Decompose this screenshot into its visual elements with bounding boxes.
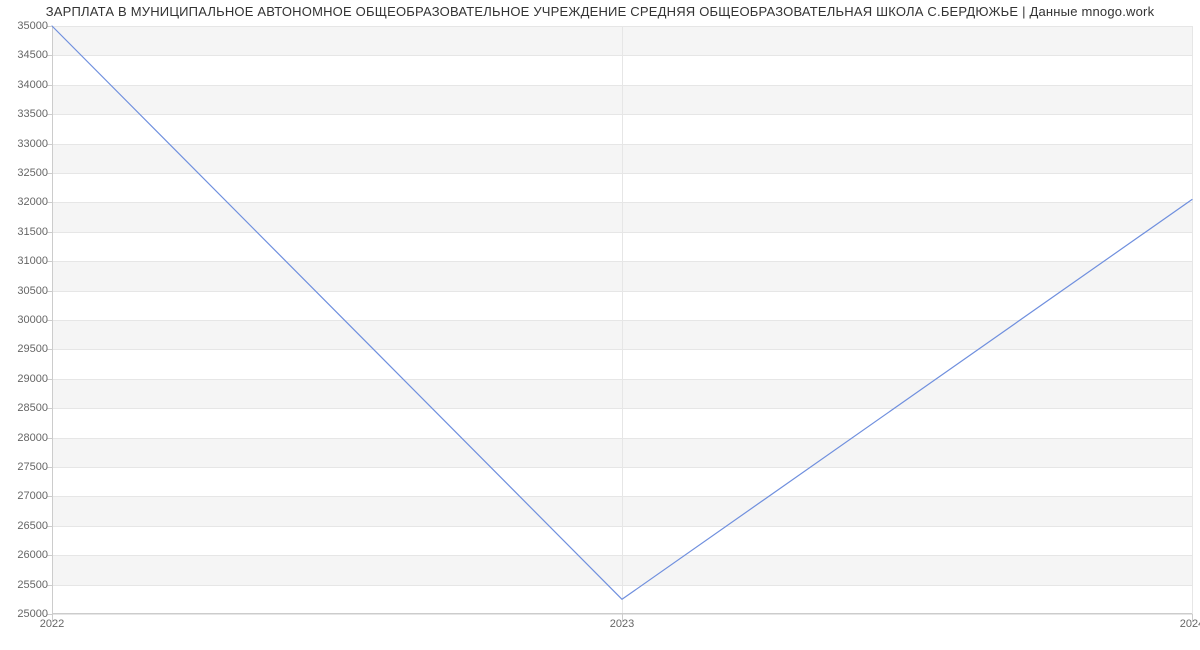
y-axis-label: 34000	[4, 79, 48, 91]
plot-area	[52, 26, 1192, 614]
y-axis-label: 27000	[4, 490, 48, 502]
y-axis-label: 28000	[4, 432, 48, 444]
y-axis-label: 35000	[4, 20, 48, 32]
y-axis-label: 29500	[4, 343, 48, 355]
y-axis-label: 34500	[4, 49, 48, 61]
y-axis-label: 28500	[4, 402, 48, 414]
chart-container: ЗАРПЛАТА В МУНИЦИПАЛЬНОЕ АВТОНОМНОЕ ОБЩЕ…	[0, 0, 1200, 650]
y-axis-label: 33500	[4, 108, 48, 120]
y-axis-label: 32500	[4, 167, 48, 179]
y-axis-label: 32000	[4, 196, 48, 208]
x-axis-label: 2024	[1180, 618, 1200, 630]
y-axis-label: 33000	[4, 138, 48, 150]
x-axis-label: 2022	[40, 618, 64, 630]
y-axis-label: 25500	[4, 579, 48, 591]
y-axis-label: 26000	[4, 549, 48, 561]
x-grid-line	[1192, 26, 1193, 614]
chart-title: ЗАРПЛАТА В МУНИЦИПАЛЬНОЕ АВТОНОМНОЕ ОБЩЕ…	[0, 4, 1200, 19]
y-axis-label: 30000	[4, 314, 48, 326]
y-axis-label: 31500	[4, 226, 48, 238]
line-series	[52, 26, 1192, 614]
y-axis-label: 31000	[4, 255, 48, 267]
y-axis-label: 30500	[4, 285, 48, 297]
y-axis-label: 29000	[4, 373, 48, 385]
y-axis-label: 26500	[4, 520, 48, 532]
y-axis-label: 27500	[4, 461, 48, 473]
x-axis-label: 2023	[610, 618, 634, 630]
